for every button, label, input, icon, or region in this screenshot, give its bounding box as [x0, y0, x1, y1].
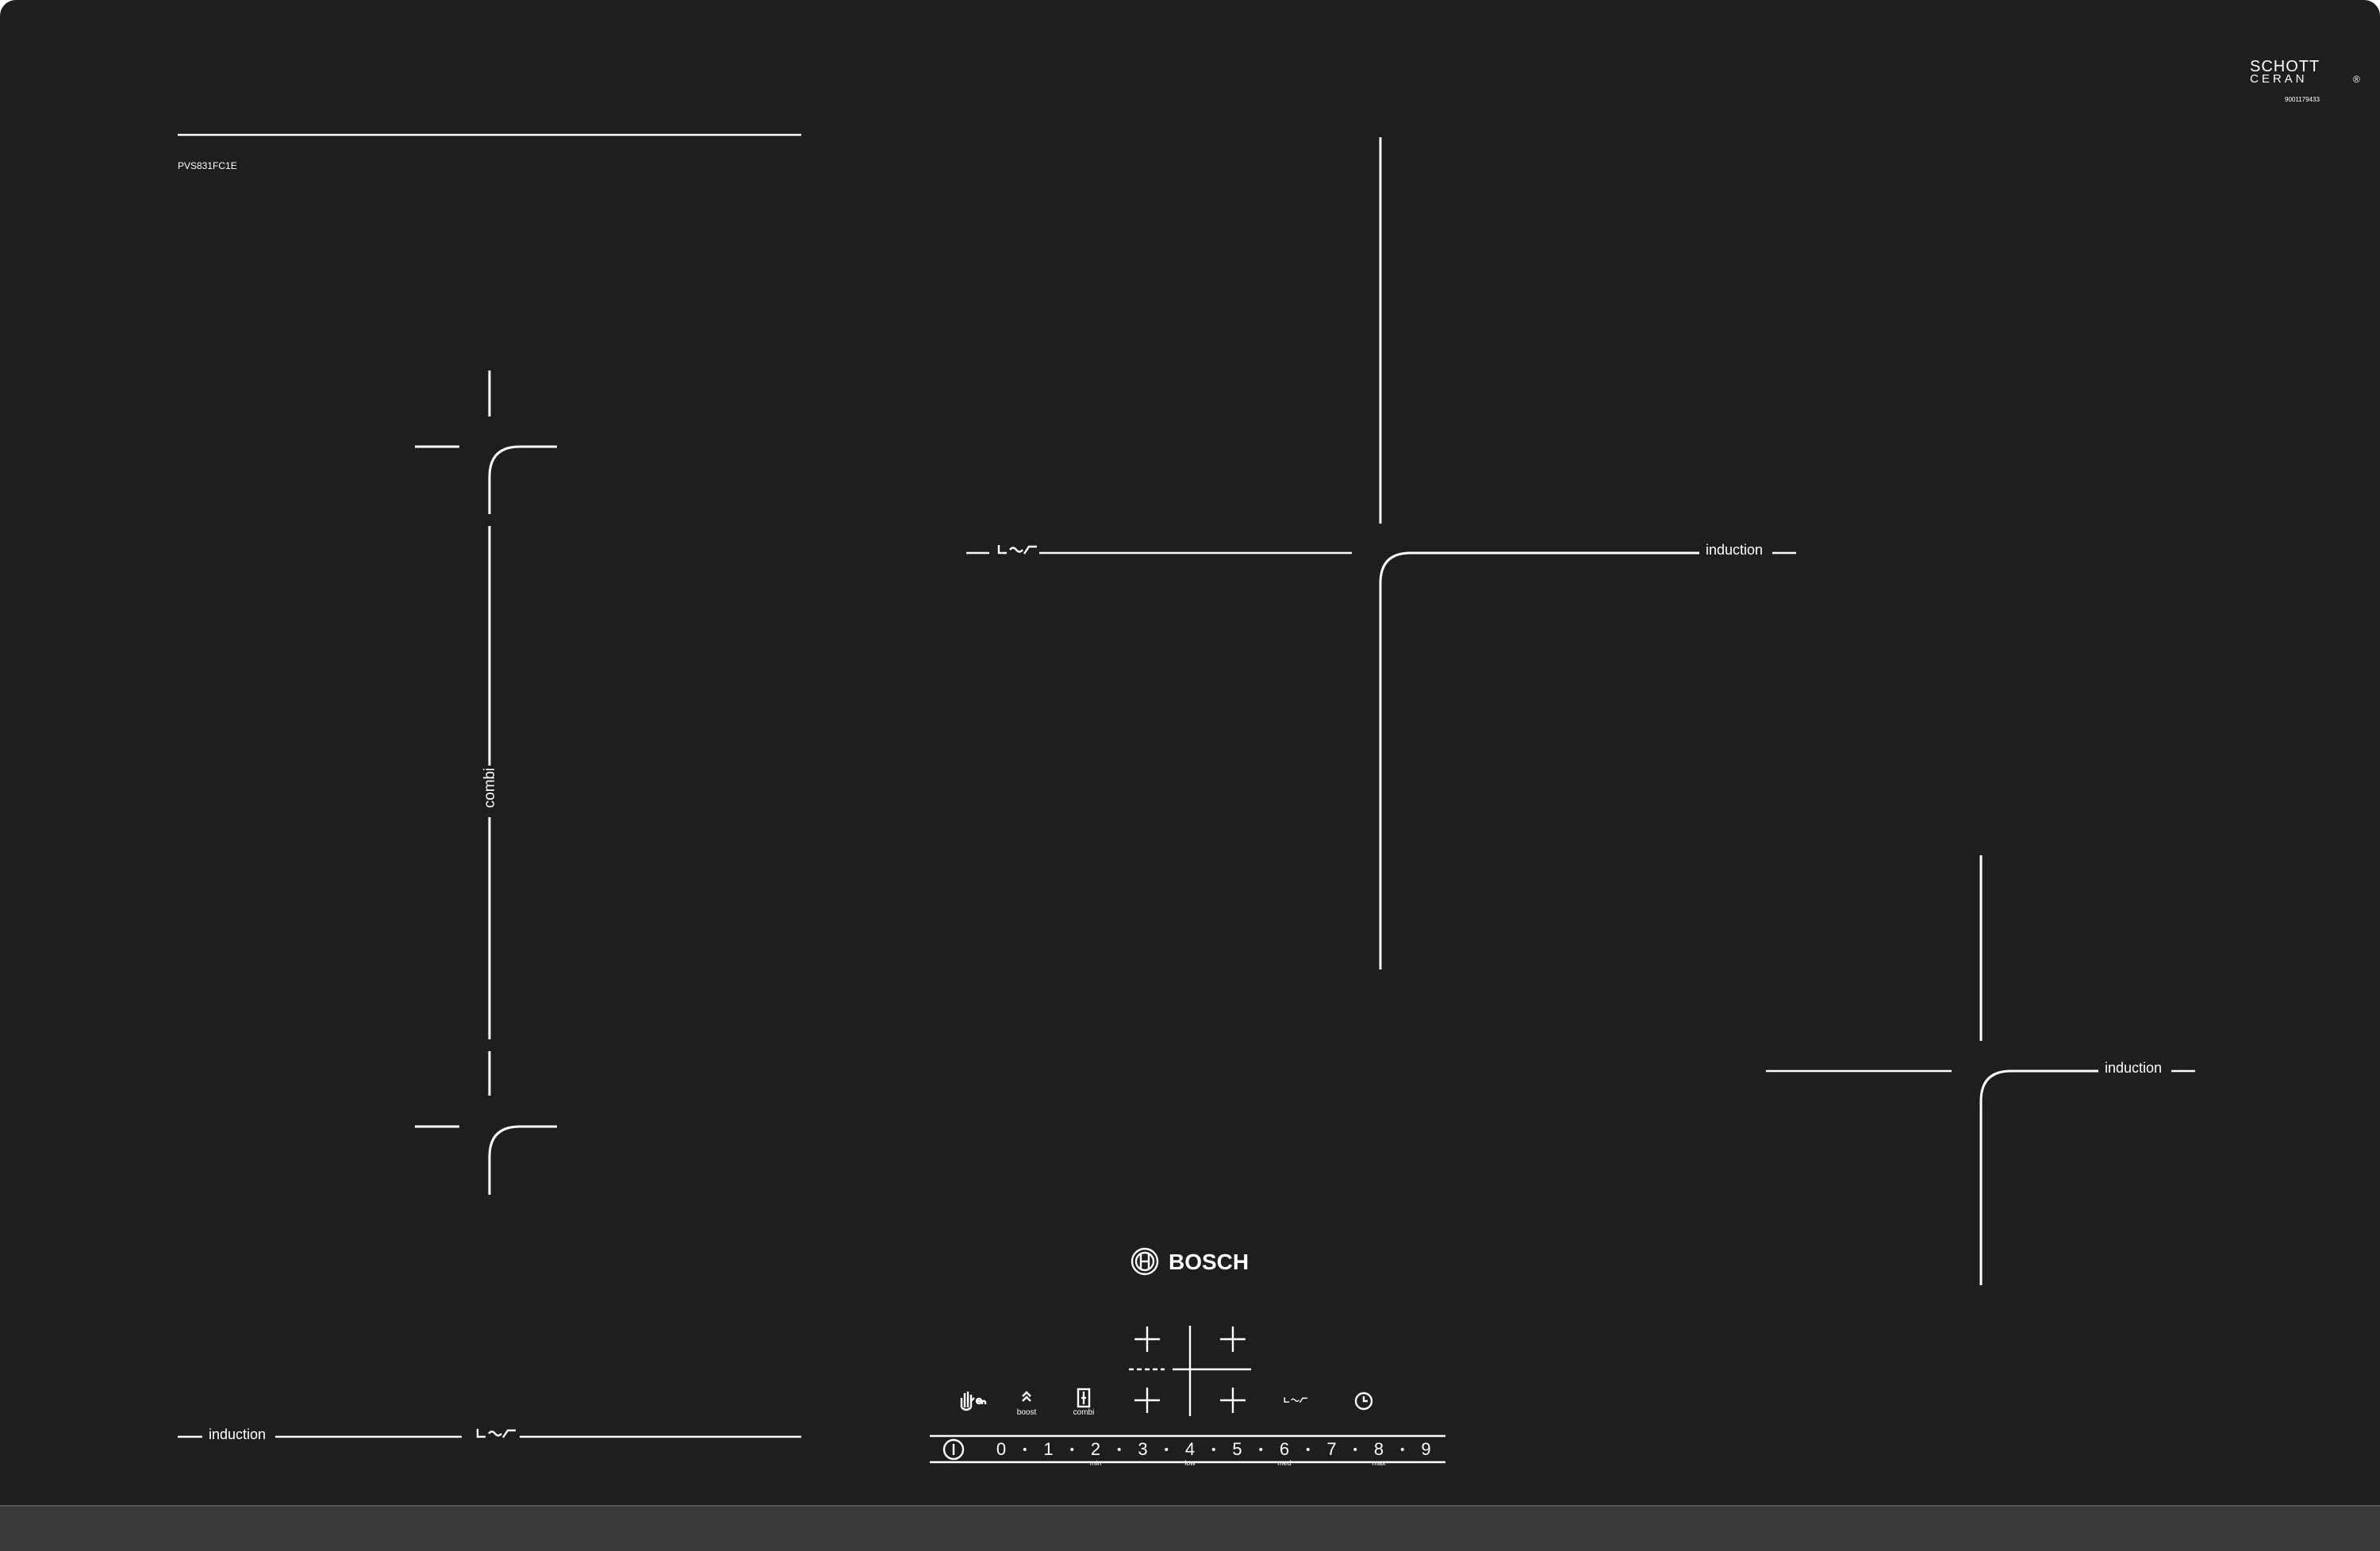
zone-label-induction-left: induction — [209, 1426, 266, 1442]
zone-label-induction-top-right: induction — [1706, 542, 1763, 558]
left-flex-zone[interactable]: combi — [317, 365, 666, 1198]
power-level-value: 3 — [1138, 1439, 1147, 1459]
model-number: PVS831FC1E — [178, 160, 237, 171]
power-level-mark: med — [1277, 1459, 1292, 1467]
cooktop-panel: SCHOTT CERAN ® 9001179433 PVS831FC1E com… — [0, 0, 2380, 1551]
power-level-value: 2 — [1091, 1439, 1100, 1459]
power-level-value: 0 — [996, 1439, 1006, 1459]
zone-label-combi: combi — [482, 768, 498, 808]
power-level-mark: min — [1090, 1459, 1102, 1467]
boost-button[interactable]: boost — [1009, 1384, 1044, 1419]
childlock-button[interactable] — [954, 1384, 994, 1419]
power-level-value: 5 — [1232, 1439, 1242, 1459]
level-separator-dot — [1400, 1448, 1404, 1451]
move-function-button[interactable] — [1277, 1384, 1312, 1419]
power-level-key[interactable]: 7 — [1311, 1438, 1353, 1461]
power-level-value: 8 — [1374, 1439, 1384, 1459]
top-right-zone[interactable]: induction — [966, 135, 1801, 969]
bosch-armature-logo-icon — [1130, 1247, 1159, 1276]
power-level-mark: low — [1184, 1459, 1196, 1467]
power-level-value: 7 — [1326, 1439, 1336, 1459]
power-level-key[interactable]: 0 — [981, 1438, 1022, 1461]
combi-button[interactable]: combi — [1066, 1384, 1101, 1419]
level-separator-dot — [1259, 1448, 1263, 1451]
glass-brand-code: 9001179433 — [2285, 96, 2320, 103]
level-separator-dot — [1165, 1448, 1169, 1451]
power-level-value: 4 — [1185, 1439, 1195, 1459]
power-level-mark: max — [1372, 1459, 1386, 1467]
power-level-key[interactable]: 3 — [1123, 1438, 1164, 1461]
power-level-key[interactable]: 9 — [1406, 1438, 1447, 1461]
power-level-value: 6 — [1280, 1439, 1289, 1459]
zone-select-rear-left[interactable] — [1131, 1323, 1163, 1355]
power-level-value: 9 — [1421, 1439, 1430, 1459]
zone-select-front-left[interactable] — [1131, 1384, 1163, 1416]
bottom-right-zone[interactable]: induction — [1766, 855, 2198, 1285]
glass-brand-mark: ® — [2353, 74, 2360, 85]
zone-label-induction-bottom-right: induction — [2105, 1060, 2162, 1076]
zone-select-rear-right[interactable] — [1217, 1323, 1249, 1355]
level-separator-dot — [1211, 1448, 1215, 1451]
power-level-value: 1 — [1043, 1439, 1053, 1459]
level-separator-dot — [1070, 1448, 1074, 1451]
timer-button[interactable] — [1346, 1384, 1381, 1419]
zone-selector — [1129, 1323, 1251, 1416]
level-separator-dot — [1306, 1448, 1310, 1451]
combi-label: combi — [1073, 1408, 1095, 1417]
zone-select-front-right[interactable] — [1217, 1384, 1249, 1416]
level-separator-dot — [1117, 1448, 1121, 1451]
power-level-key[interactable]: 1 — [1028, 1438, 1069, 1461]
power-level-key[interactable]: 5 — [1217, 1438, 1258, 1461]
power-button[interactable] — [936, 1437, 971, 1462]
front-frame — [0, 1506, 2380, 1551]
level-separator-dot — [1353, 1448, 1357, 1451]
glass-brand-line2: CERAN — [2250, 72, 2308, 86]
brand-name: BOSCH — [1169, 1250, 1249, 1274]
level-separator-dot — [1023, 1448, 1027, 1451]
power-level-slider[interactable]: 0 1 2min 3 4low 5 6med 7 8max 9 — [930, 1434, 1447, 1467]
boost-label: boost — [1017, 1408, 1037, 1417]
